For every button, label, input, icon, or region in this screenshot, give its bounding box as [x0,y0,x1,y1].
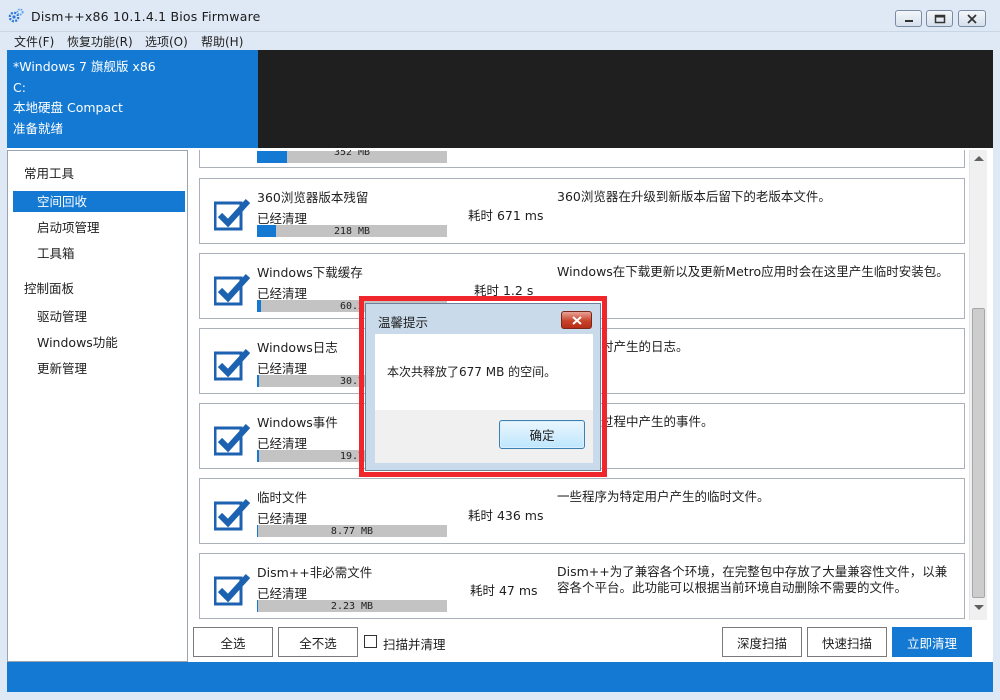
scan-and-clean-label[interactable]: 扫描并清理 [383,634,446,653]
item-size: 8.77 MB [330,526,374,537]
item-size: 218 MB [333,226,371,237]
item-title: Windows日志 [257,340,338,355]
progress-bar: 2.23 MB [257,600,447,612]
window-frame-left [0,32,7,700]
item-description: Windows在下载更新以及更新Metro应用时会在这里产生临时安装包。 [557,264,949,279]
sidebar-item-windows-features[interactable]: Windows功能 [13,332,185,353]
checkbox-checked-icon[interactable] [214,571,250,607]
menu-bar: 文件(F) 恢复功能(R) 选项(O) 帮助(H) [0,32,1000,50]
dialog-ok-button[interactable]: 确定 [499,420,585,449]
list-item[interactable]: Dism++非必需文件 已经清理 2.23 MB 耗时 47 ms Dism++… [199,553,965,619]
deep-scan-button[interactable]: 深度扫描 [722,627,802,657]
item-duration: 耗时 671 ms [468,208,544,223]
progress-bar: 8.77 MB [257,525,447,537]
scroll-thumb[interactable] [972,308,985,598]
minimize-button[interactable] [895,10,922,27]
menu-options[interactable]: 选项(O) [145,33,188,50]
list-item[interactable]: 352 MB [199,150,965,168]
item-size: 352 MB [333,150,371,158]
checkbox-checked-icon[interactable] [214,421,250,457]
scroll-up-icon[interactable] [974,156,984,161]
list-item[interactable]: 360浏览器版本残留 已经清理 218 MB 耗时 671 ms 360浏览器在… [199,178,965,244]
header-banner [258,50,993,148]
scan-and-clean-checkbox[interactable] [364,635,377,648]
gear-icon [8,8,24,23]
select-none-button[interactable]: 全不选 [278,627,358,657]
item-title: Windows下载缓存 [257,265,363,280]
status-bar [7,662,993,692]
maximize-icon [934,14,945,23]
scroll-down-icon[interactable] [974,605,984,610]
notice-dialog: 温馨提示 本次共释放了677 MB 的空间。 确定 [365,303,601,471]
item-description: s在运行时产生的日志。 [557,339,689,354]
menu-help[interactable]: 帮助(H) [201,33,243,50]
maximize-button[interactable] [926,10,953,27]
item-description: 360浏览器在升级到新版本后留下的老版本文件。 [557,189,831,204]
dialog-message: 本次共释放了677 MB 的空间。 [387,365,557,379]
drive-letter: C: [13,79,26,95]
close-icon [571,315,582,325]
menu-file[interactable]: 文件(F) [14,33,54,50]
item-size: 2.23 MB [330,601,374,612]
sidebar: 常用工具 空间回收 启动项管理 工具箱 控制面板 驱动管理 Windows功能 … [7,150,188,662]
sidebar-group-control-panel: 控制面板 [24,281,75,296]
list-item[interactable]: 临时文件 已经清理 8.77 MB 耗时 436 ms 一些程序为特定用户产生的… [199,478,965,544]
item-title: Dism++非必需文件 [257,565,373,580]
item-title: 临时文件 [257,490,308,505]
minimize-icon [904,19,913,22]
progress-bar: 218 MB [257,225,447,237]
item-description: 一些程序为特定用户产生的临时文件。 [557,489,770,504]
os-name: *Windows 7 旗舰版 x86 [13,59,156,74]
dialog-body: 本次共释放了677 MB 的空间。 [375,334,593,410]
clean-now-button[interactable]: 立即清理 [892,627,972,657]
close-icon [967,13,977,24]
item-duration: 耗时 47 ms [470,583,538,598]
item-title: Windows事件 [257,415,338,430]
dialog-close-button[interactable] [561,311,592,329]
vertical-scrollbar[interactable] [969,150,987,620]
dialog-footer: 确定 [375,410,593,463]
disk-type: 本地硬盘 Compact [13,100,123,115]
sidebar-item-updates[interactable]: 更新管理 [13,358,185,379]
dialog-title: 温馨提示 [378,315,429,330]
checkbox-checked-icon[interactable] [214,196,250,232]
quick-scan-button[interactable]: 快速扫描 [807,627,887,657]
checkbox-checked-icon[interactable] [214,271,250,307]
sidebar-group-common-tools: 常用工具 [24,166,75,181]
item-title: 360浏览器版本残留 [257,190,369,205]
session-status: 准备就绪 [13,120,64,136]
sidebar-item-space-cleanup[interactable]: 空间回收 [13,191,185,212]
window-title: Dism++x86 10.1.4.1 Bios Firmware [31,9,261,24]
sidebar-item-drivers[interactable]: 驱动管理 [13,306,185,327]
menu-restore[interactable]: 恢复功能(R) [67,33,133,50]
close-button[interactable] [958,10,986,27]
progress-bar: 352 MB [257,150,447,163]
title-bar: Dism++x86 10.1.4.1 Bios Firmware [0,0,1000,32]
item-duration: 耗时 436 ms [468,508,544,523]
sidebar-item-toolbox[interactable]: 工具箱 [13,243,185,264]
checkbox-checked-icon[interactable] [214,346,250,382]
item-description: s在运行过程中产生的事件。 [557,414,714,429]
window-frame-bottom [0,692,1000,700]
select-all-button[interactable]: 全选 [193,627,273,657]
checkbox-checked-icon[interactable] [214,496,250,532]
session-info-panel[interactable]: *Windows 7 旗舰版 x86 C: 本地硬盘 Compact 准备就绪 [7,50,258,148]
sidebar-item-startup[interactable]: 启动项管理 [13,217,185,238]
window-frame-right [993,32,1000,700]
item-description: Dism++为了兼容各个环境，在完整包中存放了大量兼容性文件，以兼容各个平台。此… [557,564,948,595]
